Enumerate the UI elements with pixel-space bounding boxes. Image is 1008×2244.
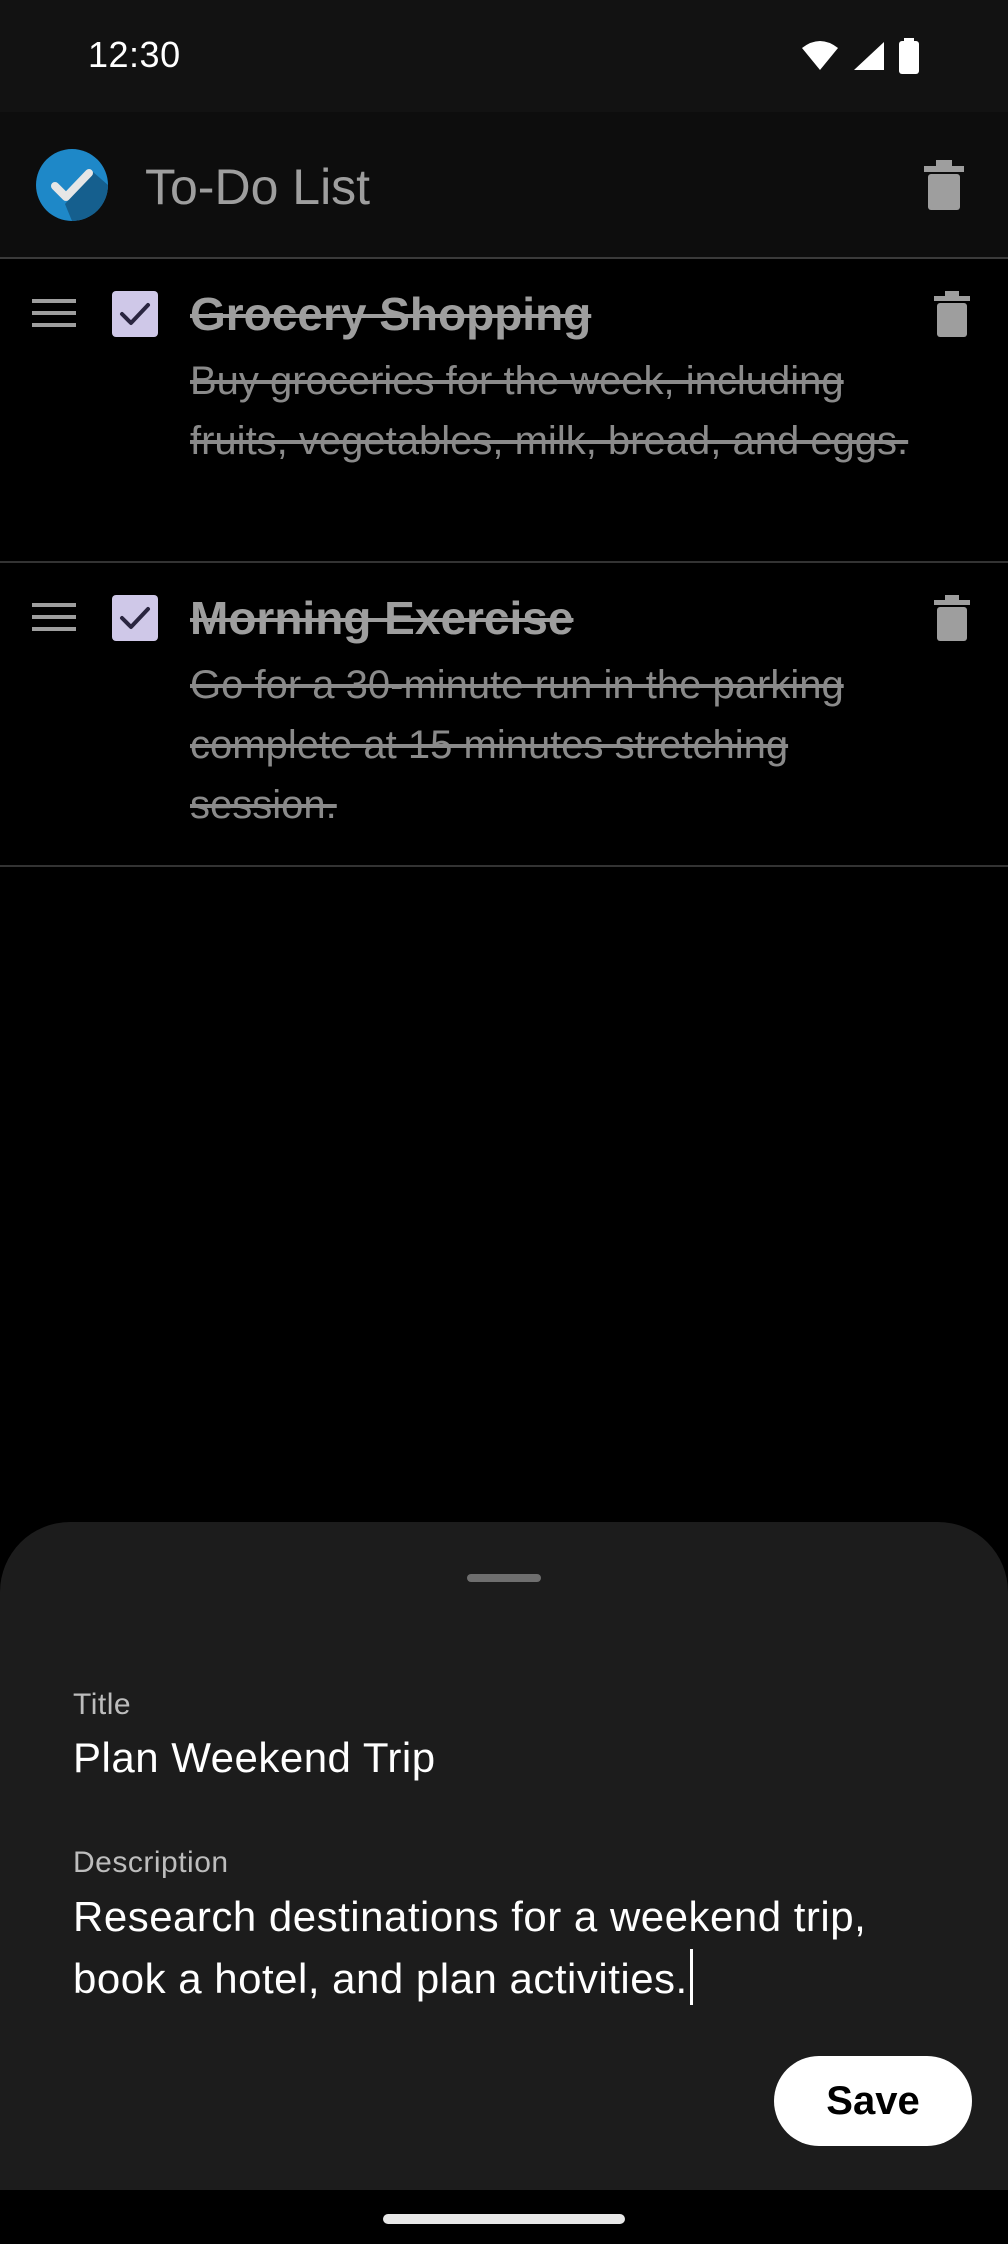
task-title: Morning Exercise: [190, 592, 574, 644]
title-label: Title: [73, 1688, 132, 1721]
trash-icon[interactable]: [924, 160, 964, 210]
task-title: Grocery Shopping: [190, 288, 592, 340]
status-time: 12:30: [88, 34, 181, 75]
signal-icon: [854, 42, 884, 70]
task-item[interactable]: Morning Exercise Go for a 30-minute run …: [0, 563, 1008, 867]
save-button[interactable]: Save: [774, 2056, 972, 2146]
status-bar: 12:30: [0, 0, 1008, 112]
wifi-icon: [802, 41, 838, 70]
text-cursor: [689, 1949, 693, 2005]
task-checkbox[interactable]: [112, 595, 158, 641]
delete-task-icon[interactable]: [934, 595, 970, 641]
delete-task-icon[interactable]: [934, 291, 970, 337]
description-text: Research destinations for a weekend trip…: [73, 1893, 867, 2002]
status-icons: [800, 38, 920, 74]
task-item[interactable]: Grocery Shopping Buy groceries for the w…: [0, 259, 1008, 563]
task-description: Buy groceries for the week, including fr…: [190, 359, 909, 463]
gesture-nav-bar: [0, 2190, 1008, 2244]
home-indicator[interactable]: [383, 2214, 625, 2224]
battery-icon: [899, 38, 919, 74]
drag-handle-icon[interactable]: [32, 599, 76, 635]
description-label: Description: [73, 1846, 229, 1879]
drag-handle-icon[interactable]: [32, 295, 76, 331]
sheet-drag-handle[interactable]: [467, 1574, 541, 1582]
app-bar: To-Do List: [0, 112, 1008, 259]
description-field[interactable]: Research destinations for a weekend trip…: [73, 1886, 933, 2010]
task-checkbox[interactable]: [112, 291, 158, 337]
title-field[interactable]: Plan Weekend Trip: [73, 1734, 436, 1782]
task-description: Go for a 30-minute run in the parking co…: [190, 663, 844, 827]
check-circle-icon: [36, 149, 108, 221]
add-task-sheet: Title Plan Weekend Trip Description Rese…: [0, 1522, 1008, 2190]
app-title: To-Do List: [145, 159, 371, 215]
